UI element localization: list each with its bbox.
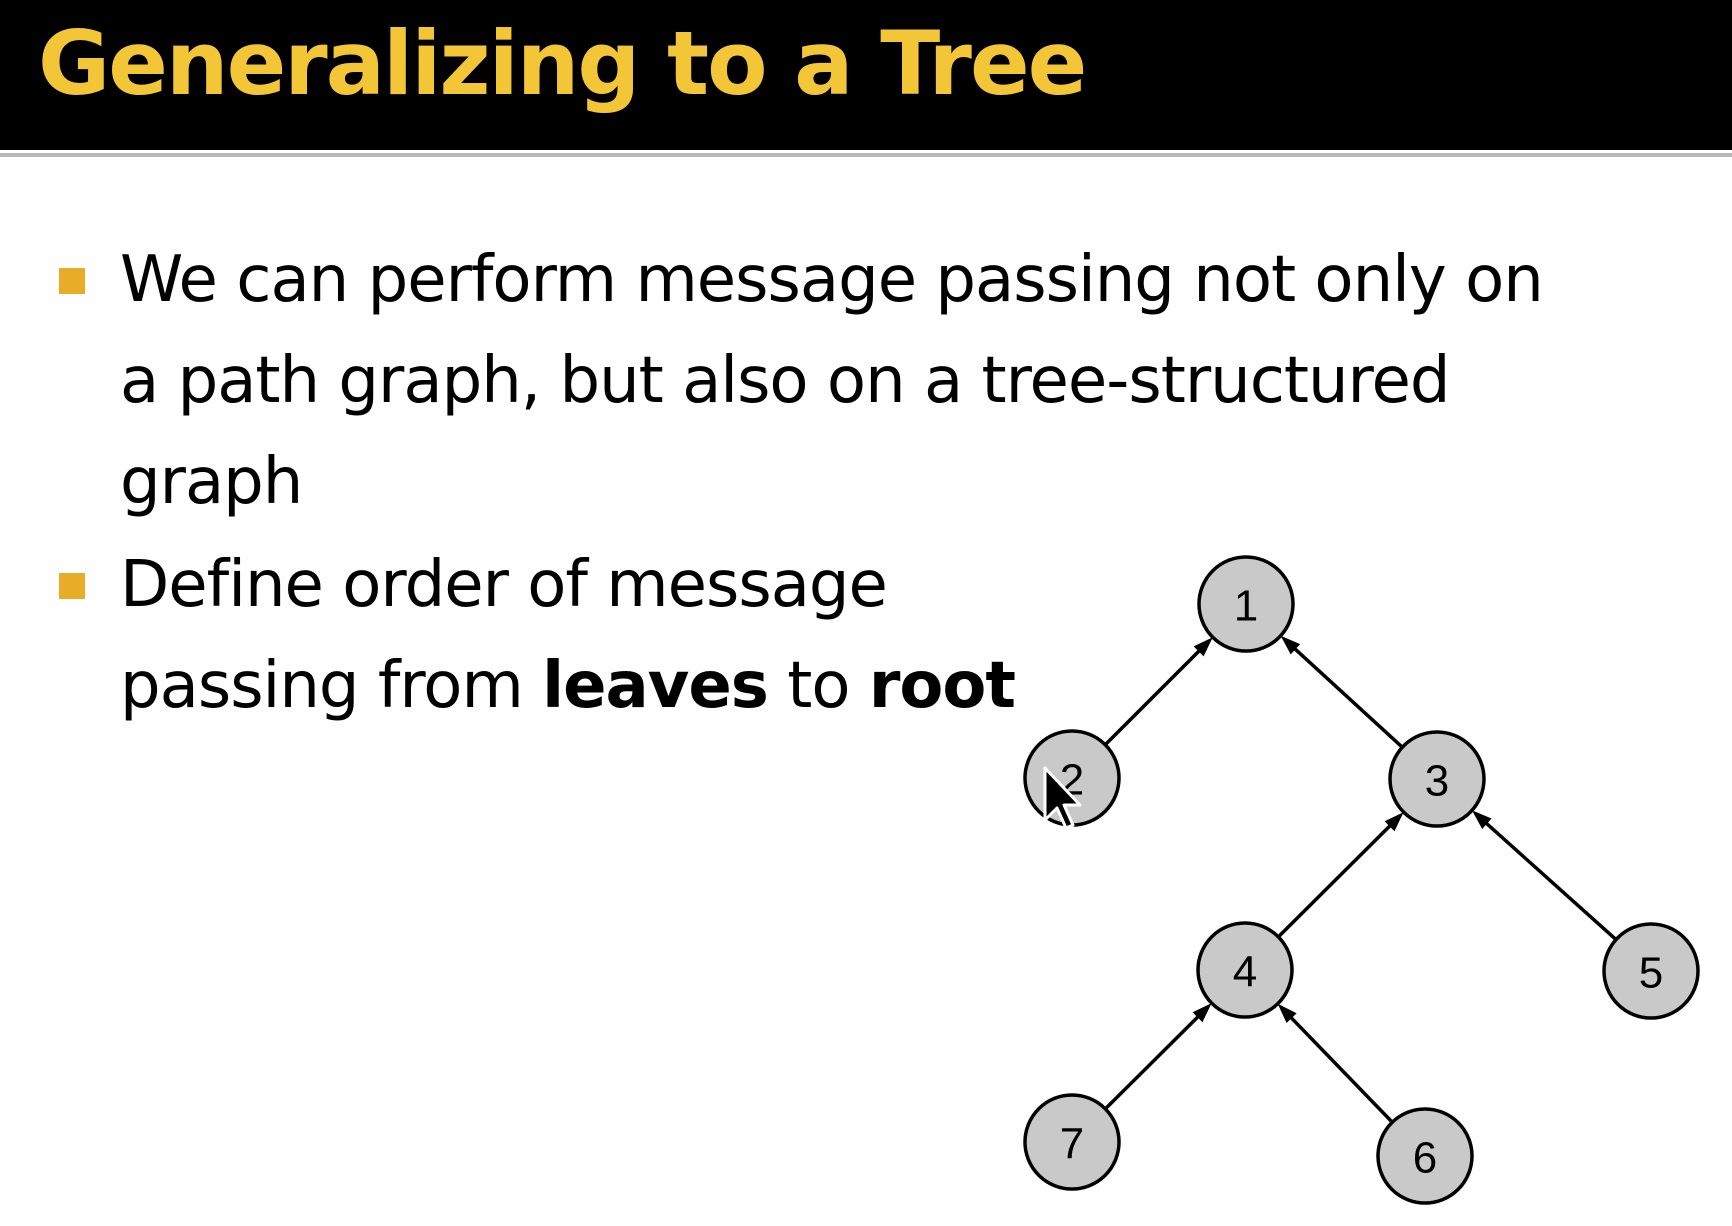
- node-label: 4: [1233, 948, 1257, 997]
- tree-node-2: 2: [1023, 729, 1121, 827]
- edge-4-to-3: [1277, 823, 1393, 939]
- edges-layer: [1103, 635, 1618, 1124]
- nodes-layer: 1 2 3 4 5 6 7: [1023, 555, 1700, 1205]
- node-label: 6: [1413, 1134, 1437, 1183]
- tree-node-7: 7: [1023, 1093, 1121, 1191]
- node-label: 3: [1425, 757, 1449, 806]
- tree-node-1: 1: [1197, 555, 1295, 653]
- edge-3-to-1: [1292, 646, 1404, 749]
- tree-node-6: 6: [1376, 1107, 1474, 1205]
- tree-node-4: 4: [1196, 921, 1294, 1019]
- edge-2-to-1: [1103, 648, 1202, 747]
- edge-7-to-4: [1104, 1014, 1201, 1111]
- tree-node-5: 5: [1602, 922, 1700, 1020]
- node-label: 1: [1234, 582, 1258, 631]
- edge-6-to-4: [1288, 1015, 1394, 1124]
- node-label: 5: [1639, 949, 1663, 998]
- tree-diagram: 1 2 3 4 5 6 7: [1023, 555, 1700, 1205]
- node-label: 7: [1060, 1120, 1084, 1169]
- slide: Generalizing to a Tree We can perform me…: [0, 0, 1732, 1226]
- tree-node-3: 3: [1388, 730, 1486, 828]
- edge-5-to-3: [1484, 821, 1618, 941]
